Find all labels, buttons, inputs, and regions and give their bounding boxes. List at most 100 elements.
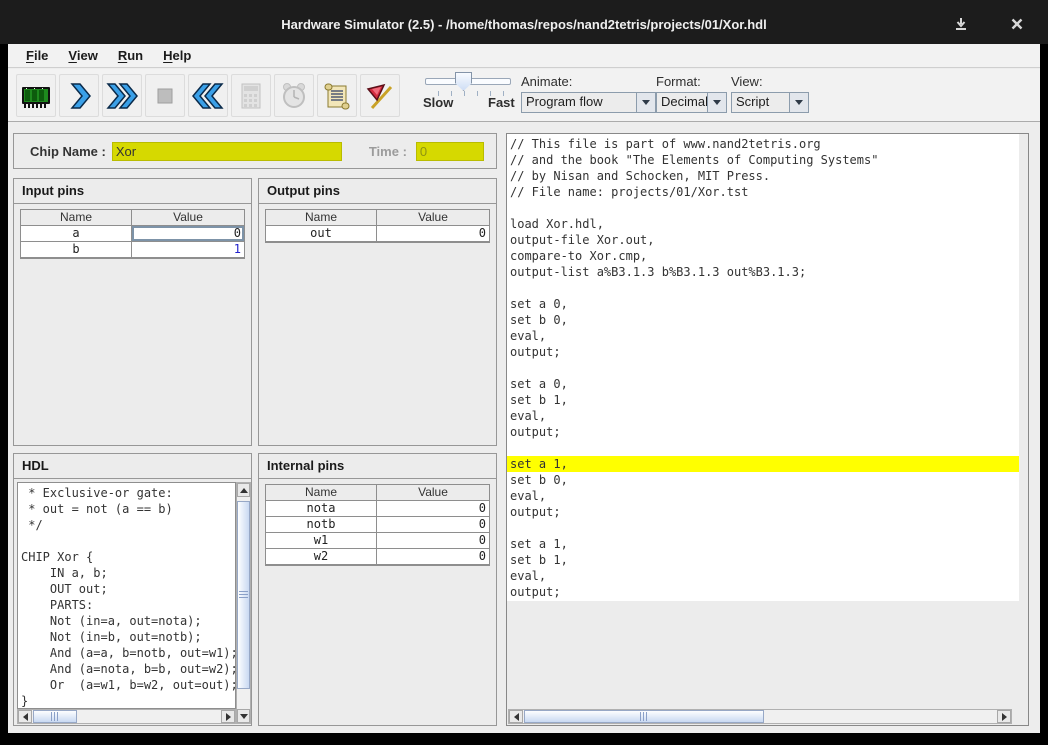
script-line: // and the book "The Elements of Computi… — [507, 152, 1019, 168]
rewind-icon — [192, 80, 224, 112]
script-line: set a 0, — [507, 296, 1019, 312]
internal-pins-table: Name Value nota 0 notb — [265, 484, 490, 566]
calculator-button[interactable] — [231, 74, 271, 117]
reset-button[interactable] — [188, 74, 228, 117]
hdl-horizontal-scrollbar[interactable] — [17, 709, 236, 724]
hdl-code-line: * Exclusive-or gate: — [18, 485, 235, 501]
pin-row: b 1 — [21, 242, 244, 258]
chevron-down-icon[interactable] — [707, 93, 726, 112]
view-label: View: — [731, 74, 809, 89]
pin-row: a 0 — [21, 226, 244, 242]
single-step-button[interactable] — [59, 74, 99, 117]
script-line — [507, 200, 1019, 216]
view-group: View: Script — [731, 74, 809, 113]
time-label: Time : — [369, 144, 407, 159]
view-script-button[interactable] — [317, 74, 357, 117]
time-field: 0 — [416, 142, 484, 161]
column-header-value: Value — [377, 485, 489, 500]
pin-name: a — [21, 226, 132, 241]
scroll-left-button[interactable] — [18, 710, 32, 723]
load-chip-button[interactable] — [16, 74, 56, 117]
close-icon[interactable] — [1010, 17, 1024, 31]
script-line: // File name: projects/01/Xor.tst — [507, 184, 1019, 200]
input-pins-title: Input pins — [14, 179, 251, 204]
script-line: set a 1, — [507, 456, 1019, 472]
scrollbar-thumb[interactable] — [524, 710, 764, 723]
animate-select[interactable]: Program flow — [521, 92, 656, 113]
toolbar-buttons — [16, 74, 400, 117]
breakpoints-button[interactable] — [360, 74, 400, 117]
app-frame: File View Run Help — [8, 44, 1040, 733]
speed-slider[interactable]: Slow Fast — [415, 69, 519, 122]
pin-row: w2 0 — [266, 549, 489, 565]
pin-name: w1 — [266, 533, 377, 548]
format-label: Format: — [656, 74, 727, 89]
pin-value-cell[interactable]: 1 — [132, 242, 244, 257]
output-pins-title: Output pins — [259, 179, 496, 204]
window-title: Hardware Simulator (2.5) - /home/thomas/… — [0, 0, 1048, 44]
slider-thumb[interactable] — [455, 72, 472, 91]
column-header-name: Name — [21, 210, 132, 225]
hdl-scroll-area: * Exclusive-or gate: * out = not (a == b… — [17, 482, 251, 724]
scroll-down-button[interactable] — [237, 709, 250, 723]
slider-fast-label: Fast — [488, 95, 515, 110]
chip-name-field[interactable]: Xor — [112, 142, 342, 161]
chip-name-label: Chip Name : — [30, 144, 106, 159]
pin-name: w2 — [266, 549, 377, 564]
stop-button[interactable] — [145, 74, 185, 117]
pin-value-cell[interactable]: 0 — [132, 226, 244, 241]
pin-value-cell[interactable]: 0 — [377, 501, 489, 516]
animate-value: Program flow — [522, 93, 636, 112]
menu-item[interactable]: Help — [153, 44, 201, 67]
hdl-code-line — [18, 533, 235, 549]
hdl-code-line: * out = not (a == b) — [18, 501, 235, 517]
hdl-code-view[interactable]: * Exclusive-or gate: * out = not (a == b… — [17, 482, 236, 709]
script-line — [507, 520, 1019, 536]
hdl-title: HDL — [14, 454, 251, 479]
scroll-up-button[interactable] — [237, 483, 250, 497]
format-select[interactable]: Decimal — [656, 92, 727, 113]
scroll-right-button[interactable] — [221, 710, 235, 723]
script-line: set b 1, — [507, 552, 1019, 568]
menu-item[interactable]: View — [58, 44, 107, 67]
script-line — [507, 280, 1019, 296]
pin-value-cell[interactable]: 0 — [377, 517, 489, 532]
fast-forward-icon — [106, 80, 138, 112]
script-line: // by Nisan and Schocken, MIT Press. — [507, 168, 1019, 184]
minimize-icon[interactable] — [954, 17, 968, 31]
pin-value-cell[interactable]: 0 — [377, 226, 489, 241]
scroll-right-button[interactable] — [997, 710, 1011, 723]
flag-icon — [364, 80, 396, 112]
script-line: output-list a%B3.1.3 b%B3.1.3 out%B3.1.3… — [507, 264, 1019, 280]
scrollbar-thumb[interactable] — [33, 710, 77, 723]
hdl-code-line: OUT out; — [18, 581, 235, 597]
scroll-left-button[interactable] — [509, 710, 523, 723]
run-button[interactable] — [102, 74, 142, 117]
pin-value-cell[interactable]: 0 — [377, 549, 489, 564]
pin-row: notb 0 — [266, 517, 489, 533]
pin-row: out 0 — [266, 226, 489, 242]
menu-item[interactable]: Run — [108, 44, 153, 67]
script-horizontal-scrollbar[interactable] — [508, 709, 1012, 724]
hdl-code-line: */ — [18, 517, 235, 533]
script-line: output; — [507, 424, 1019, 440]
hdl-panel: HDL * Exclusive-or gate: * out = not (a … — [13, 453, 252, 726]
chevron-down-icon[interactable] — [789, 93, 808, 112]
chevron-down-icon[interactable] — [636, 93, 655, 112]
pin-value-cell[interactable]: 0 — [377, 533, 489, 548]
hdl-code-line: CHIP Xor { — [18, 549, 235, 565]
scrollbar-thumb[interactable] — [237, 501, 250, 689]
view-select[interactable]: Script — [731, 92, 809, 113]
stop-icon — [149, 80, 181, 112]
hdl-code-line: PARTS: — [18, 597, 235, 613]
titlebar[interactable]: Hardware Simulator (2.5) - /home/thomas/… — [0, 0, 1048, 44]
clock-button[interactable] — [274, 74, 314, 117]
hdl-vertical-scrollbar[interactable] — [236, 482, 251, 724]
script-view[interactable]: // This file is part of www.nand2tetris.… — [507, 134, 1019, 601]
script-line: compare-to Xor.cmp, — [507, 248, 1019, 264]
menu-item[interactable]: File — [16, 44, 58, 67]
pin-name: out — [266, 226, 377, 241]
column-header-name: Name — [266, 210, 377, 225]
animate-group: Animate: Program flow — [521, 74, 656, 113]
slider-slow-label: Slow — [423, 95, 453, 110]
